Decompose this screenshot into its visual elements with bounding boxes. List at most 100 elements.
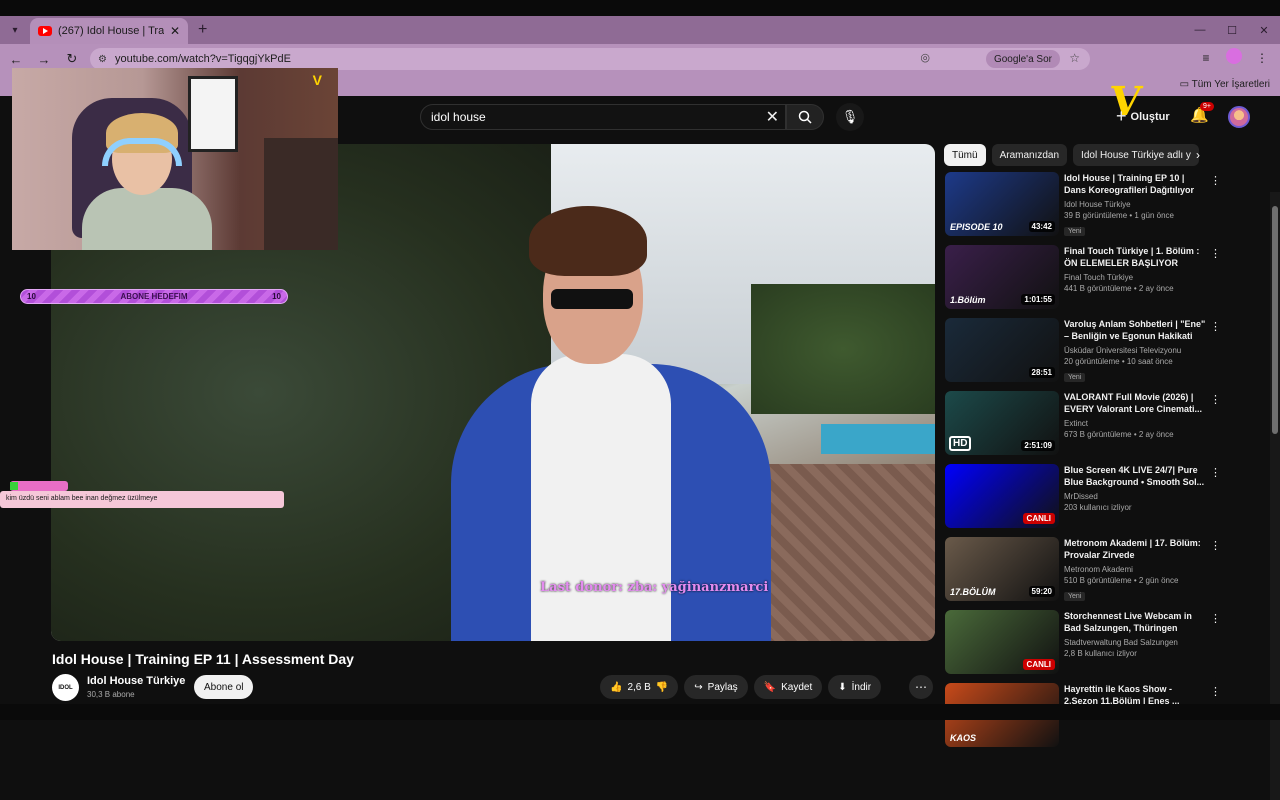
chip-channel[interactable]: Idol House Türkiye adlı y bbox=[1073, 144, 1199, 166]
create-button[interactable]: + Oluştur bbox=[1116, 106, 1170, 127]
bottom-bezel bbox=[0, 704, 1280, 720]
hd-badge: HD bbox=[949, 436, 972, 451]
download-button[interactable]: ⬇ İndir bbox=[828, 675, 882, 699]
recommendation-channel[interactable]: Stadtverwaltung Bad Salzungen bbox=[1064, 638, 1206, 647]
search-button[interactable] bbox=[786, 104, 824, 130]
url-field[interactable]: ⚙ youtube.com/watch?v=TigqgjYkPdE ◎ Goog… bbox=[90, 48, 1090, 70]
cam-picture-frame bbox=[188, 76, 238, 152]
more-actions-button[interactable]: ⋯ bbox=[909, 675, 933, 699]
channel-name[interactable]: Idol House Türkiye bbox=[87, 675, 185, 687]
voice-search-button[interactable]: 🎙 bbox=[836, 103, 864, 131]
download-label: İndir bbox=[851, 681, 872, 693]
recommendation-item[interactable]: CANLI Blue Screen 4K LIVE 24/7| Pure Blu… bbox=[944, 464, 1224, 536]
new-badge: Yeni bbox=[1064, 592, 1086, 601]
subscribe-button[interactable]: Abone ol bbox=[194, 675, 254, 699]
notification-badge: 9+ bbox=[1200, 102, 1214, 111]
scrollbar-thumb[interactable] bbox=[1272, 206, 1278, 434]
live-badge: CANLI bbox=[1022, 513, 1055, 524]
goal-title: ABONE HEDEFIM bbox=[120, 292, 188, 301]
goal-target: 10 bbox=[272, 292, 281, 301]
recommendation-meta: 2,8 B kullanıcı izliyor bbox=[1064, 649, 1137, 658]
more-options-icon[interactable]: ⋮ bbox=[1210, 247, 1221, 260]
recommendation-title[interactable]: Final Touch Türkiye | 1. Bölüm : ÖN ELEM… bbox=[1064, 245, 1206, 271]
video-thumbnail[interactable]: EPISODE 10 43:42 bbox=[945, 172, 1059, 236]
account-avatar[interactable] bbox=[1228, 106, 1250, 128]
thumbs-down-icon[interactable]: 👎 bbox=[656, 682, 668, 693]
video-thumbnail[interactable]: 28:51 bbox=[945, 318, 1059, 382]
recommendation-meta: 20 görüntüleme • 10 saat önce bbox=[1064, 357, 1173, 366]
like-button[interactable]: 👍 2,6 B 👎 bbox=[600, 675, 679, 699]
more-options-icon[interactable]: ⋮ bbox=[1210, 539, 1221, 552]
profile-icon[interactable] bbox=[1224, 48, 1244, 67]
active-tab[interactable]: (267) Idol House | Training EP 1 ✕ bbox=[30, 18, 188, 44]
recommendation-channel[interactable]: Extinct bbox=[1064, 419, 1206, 428]
tab-title: (267) Idol House | Training EP 1 bbox=[58, 25, 164, 37]
recommendation-channel[interactable]: Idol House Türkiye bbox=[1064, 200, 1206, 209]
maximize-button[interactable]: ☐ bbox=[1216, 16, 1248, 44]
recommendation-title[interactable]: Idol House | Training EP 10 | Dans Koreo… bbox=[1064, 172, 1206, 198]
notifications-button[interactable]: 🔔 9+ bbox=[1190, 102, 1214, 124]
bookmark-icon: 🔖 bbox=[763, 681, 777, 693]
recommendation-channel[interactable]: Final Touch Türkiye bbox=[1064, 273, 1206, 282]
recommendation-item[interactable]: 28:51 Varoluş Anlam Sohbetleri | "Ene" –… bbox=[944, 318, 1224, 390]
chrome-menu-icon[interactable]: ⋮ bbox=[1252, 51, 1272, 65]
more-options-icon[interactable]: ⋮ bbox=[1210, 174, 1221, 187]
recommendation-item[interactable]: EPISODE 10 43:42 Idol House | Training EP… bbox=[944, 172, 1224, 244]
chat-username-tag bbox=[10, 481, 68, 491]
recommendation-channel[interactable]: MrDissed bbox=[1064, 492, 1206, 501]
video-thumbnail[interactable]: 17.BÖLÜM 59:20 bbox=[945, 537, 1059, 601]
plus-icon: + bbox=[1116, 106, 1127, 126]
recommendation-item[interactable]: 1.Bölüm 1:01:55 Final Touch Türkiye | 1. … bbox=[944, 245, 1224, 317]
tab-strip: ▾ (267) Idol House | Training EP 1 ✕ + —… bbox=[0, 16, 1280, 44]
share-button[interactable]: ↪ Paylaş bbox=[684, 675, 748, 699]
media-control-icon[interactable]: ≡ bbox=[1196, 51, 1216, 65]
minimize-button[interactable]: — bbox=[1184, 16, 1216, 44]
more-options-icon[interactable]: ⋮ bbox=[1210, 612, 1221, 625]
close-tab-icon[interactable]: ✕ bbox=[170, 24, 180, 38]
save-button[interactable]: 🔖 Kaydet bbox=[753, 675, 823, 699]
save-label: Kaydet bbox=[781, 681, 813, 693]
clear-search-icon[interactable]: ✕ bbox=[766, 107, 779, 127]
google-ask-button[interactable]: Google'a Sor bbox=[985, 50, 1060, 68]
close-window-button[interactable]: ✕ bbox=[1248, 16, 1280, 44]
chevron-right-icon[interactable]: › bbox=[1196, 148, 1200, 162]
bookmark-star-icon[interactable]: ☆ bbox=[1069, 51, 1080, 65]
lens-icon[interactable]: ◎ bbox=[920, 51, 930, 64]
video-thumbnail[interactable]: CANLI bbox=[945, 464, 1059, 528]
recommendation-channel[interactable]: Üsküdar Üniversitesi Televizyonu bbox=[1064, 346, 1206, 355]
cam-shelf bbox=[264, 138, 338, 250]
video-thumbnail[interactable]: HD 2:51:09 bbox=[945, 391, 1059, 455]
tab-search-button[interactable]: ▾ bbox=[4, 19, 26, 41]
recommendation-title[interactable]: Varoluş Anlam Sohbetleri | "Ene" – Benli… bbox=[1064, 318, 1206, 344]
recommendation-meta: 39 B görüntüleme • 1 gün önce bbox=[1064, 211, 1174, 220]
site-info-icon[interactable]: ⚙ bbox=[98, 54, 107, 65]
channel-avatar[interactable]: IDOL bbox=[52, 674, 79, 701]
recommendation-title[interactable]: Storchennest Live Webcam in Bad Salzunge… bbox=[1064, 610, 1206, 636]
recommendation-item[interactable]: 17.BÖLÜM 59:20 Metronom Akademi | 17. Böl… bbox=[944, 537, 1224, 609]
more-options-icon[interactable]: ⋮ bbox=[1210, 393, 1221, 406]
youtube-favicon-icon bbox=[38, 26, 52, 36]
recommendation-channel[interactable]: Metronom Akademi bbox=[1064, 565, 1206, 574]
recommendation-item[interactable]: HD 2:51:09 VALORANT Full Movie (2026) | E… bbox=[944, 391, 1224, 463]
filter-chips: Tümü Aramanızdan Idol House Türkiye adlı… bbox=[944, 144, 1210, 166]
video-thumbnail[interactable]: CANLI bbox=[945, 610, 1059, 674]
more-options-icon[interactable]: ⋮ bbox=[1210, 466, 1221, 479]
recommendation-title[interactable]: Metronom Akademi | 17. Bölüm: Provalar Z… bbox=[1064, 537, 1206, 563]
duration-badge: 2:51:09 bbox=[1021, 440, 1055, 451]
chip-all[interactable]: Tümü bbox=[944, 144, 986, 166]
create-label: Oluştur bbox=[1130, 110, 1170, 123]
chip-from-search[interactable]: Aramanızdan bbox=[991, 144, 1068, 166]
new-tab-button[interactable]: + bbox=[198, 21, 207, 39]
search-input[interactable]: idol house ✕ bbox=[420, 104, 786, 130]
recommendation-info: Varoluş Anlam Sohbetleri | "Ene" – Benli… bbox=[1064, 318, 1206, 384]
video-thumbnail[interactable]: 1.Bölüm 1:01:55 bbox=[945, 245, 1059, 309]
all-bookmarks-button[interactable]: ▭ Tüm Yer İşaretleri bbox=[1180, 79, 1270, 90]
more-options-icon[interactable]: ⋮ bbox=[1210, 320, 1221, 333]
search-query: idol house bbox=[431, 110, 486, 124]
recommendations-list: EPISODE 10 43:42 Idol House | Training EP… bbox=[944, 172, 1224, 756]
recommendation-item[interactable]: CANLI Storchennest Live Webcam in Bad Sa… bbox=[944, 610, 1224, 682]
recommendation-title[interactable]: VALORANT Full Movie (2026) | EVERY Valor… bbox=[1064, 391, 1206, 417]
scene-trees-right bbox=[751, 284, 935, 414]
more-options-icon[interactable]: ⋮ bbox=[1210, 685, 1221, 698]
recommendation-title[interactable]: Blue Screen 4K LIVE 24/7| Pure Blue Back… bbox=[1064, 464, 1206, 490]
